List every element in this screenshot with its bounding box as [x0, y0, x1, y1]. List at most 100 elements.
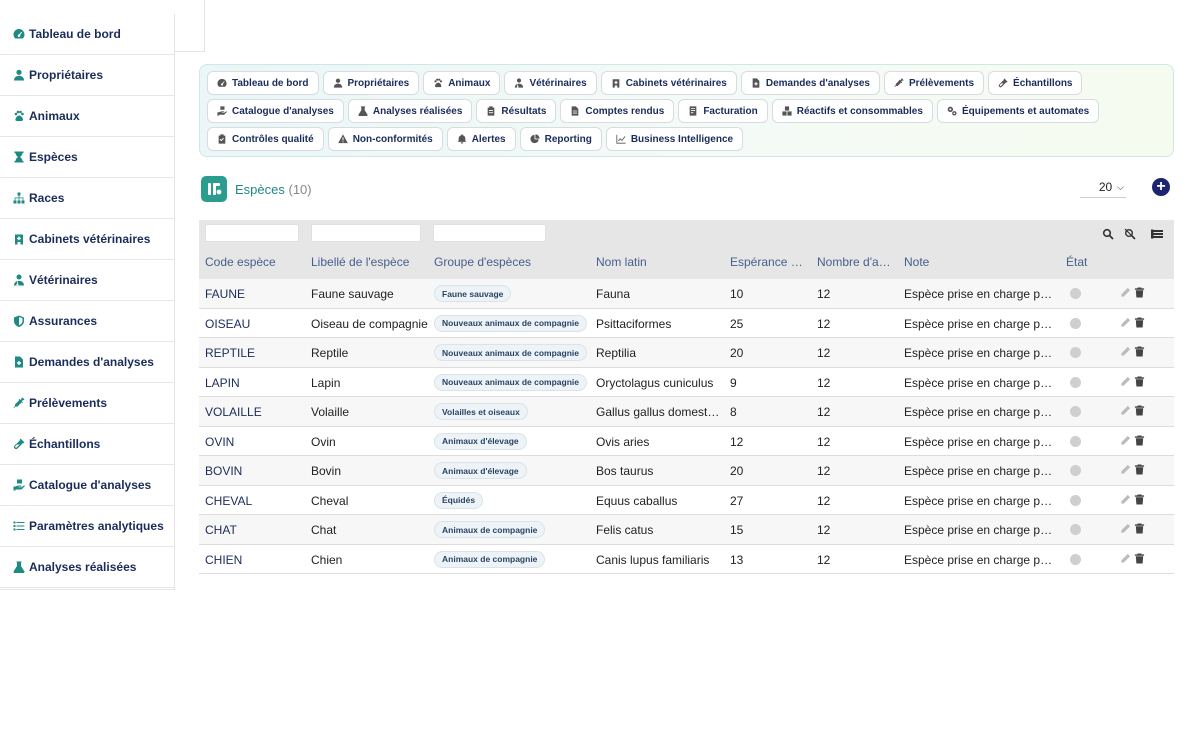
species-code-link[interactable]: BOVIN: [205, 464, 305, 478]
column-header-analyses-count[interactable]: Nombre d'analyses: [817, 255, 892, 269]
nav-chip-echantillons[interactable]: Échantillons: [988, 71, 1083, 95]
trash-icon[interactable]: [1134, 405, 1145, 416]
edit-icon[interactable]: [1120, 435, 1131, 446]
edit-icon[interactable]: [1120, 287, 1131, 298]
nav-chip-comptes-rendus[interactable]: Comptes rendus: [560, 99, 675, 123]
filter-label-input[interactable]: [311, 224, 421, 242]
nav-chip-animaux[interactable]: Animaux: [423, 71, 501, 95]
trash-icon[interactable]: [1134, 523, 1145, 534]
sidebar-item-catalogue-d-analyses[interactable]: Catalogue d'analyses: [0, 465, 174, 506]
table-row[interactable]: REPTILE Reptile Reptilia 20 12 Espèce prise e…: [199, 338, 1174, 368]
clear-search-icon[interactable]: [1124, 227, 1136, 240]
sitemap-icon: [13, 192, 25, 204]
edit-icon[interactable]: [1120, 317, 1131, 328]
edit-icon[interactable]: [1120, 523, 1131, 534]
analyses-count: 12: [817, 375, 831, 390]
filter-group-input[interactable]: [433, 224, 546, 242]
species-code-link[interactable]: OISEAU: [205, 317, 305, 331]
sidebar-item-parametres-analytiques[interactable]: Paramètres analytiques: [0, 506, 174, 547]
trash-icon[interactable]: [1134, 346, 1145, 357]
life-expectancy: 8: [730, 405, 737, 419]
nav-chip-label: Animaux: [448, 77, 491, 89]
edit-icon[interactable]: [1120, 553, 1131, 564]
edit-icon[interactable]: [1120, 494, 1131, 505]
table-row[interactable]: CHAT Chat Felis catus 15 12 Espèce prise en c…: [199, 515, 1174, 545]
nav-chip-business-intelligence[interactable]: Business Intelligence: [605, 127, 744, 151]
species-code-link[interactable]: OVIN: [205, 435, 305, 449]
table-row[interactable]: LAPIN Lapin Oryctolagus cuniculus 9 12 Espèce…: [199, 368, 1174, 397]
sidebar-item-especes[interactable]: Espèces: [0, 137, 174, 178]
nav-chip-demandes-d-analyses[interactable]: Demandes d'analyses: [740, 71, 880, 95]
nav-chip-label: Non-conformités: [352, 133, 433, 145]
sidebar-item-veterinaires[interactable]: Vétérinaires: [0, 260, 174, 301]
table-row[interactable]: OVIN Ovin Ovis aries 12 12 Espèce prise en ch…: [199, 427, 1174, 456]
trash-icon[interactable]: [1134, 552, 1145, 564]
nav-chip-equipements-et-automates[interactable]: Équipements et automates: [936, 99, 1100, 123]
nav-chip-prelevements[interactable]: Prélèvements: [883, 71, 985, 95]
column-list-icon[interactable]: [1150, 227, 1164, 239]
table-row[interactable]: OISEAU Oiseau de compagnie Psittaciformes 2…: [199, 309, 1174, 338]
sidebar-item-animaux[interactable]: Animaux: [0, 96, 174, 137]
sidebar-item-demandes-d-analyses[interactable]: Demandes d'analyses: [0, 342, 174, 383]
per-page-select[interactable]: 20 ⌵: [1080, 177, 1126, 198]
table-row[interactable]: BOVIN Bovin Bos taurus 20 12 Espèce prise en …: [199, 456, 1174, 486]
nav-chip-cabinets-veterinaires[interactable]: Cabinets vétérinaires: [600, 71, 737, 95]
sidebar-item-assurances[interactable]: Assurances: [0, 301, 174, 342]
trash-icon[interactable]: [1134, 493, 1145, 505]
nav-chip-non-conformites[interactable]: Non-conformités: [327, 127, 443, 151]
species-code-link[interactable]: CHAT: [205, 523, 305, 537]
nav-chip-facturation[interactable]: Facturation: [678, 99, 768, 123]
nav-chip-veterinaires[interactable]: Vétérinaires: [504, 71, 597, 95]
table-row[interactable]: FAUNE Faune sauvage Fauna 10 12 Espèce prise …: [199, 279, 1174, 309]
quick-nav-panel: Tableau de bord Propriétaires Animaux Vétér…: [199, 64, 1174, 157]
table-row[interactable]: CHEVAL Cheval Equus caballus 27 12 Espèce pri…: [199, 486, 1174, 515]
life-expectancy: 9: [730, 375, 737, 390]
sidebar-item-proprietaires[interactable]: Propriétaires: [0, 55, 174, 96]
flask-icon: [13, 561, 25, 573]
species-code-link[interactable]: LAPIN: [205, 376, 305, 390]
species-code-link[interactable]: CHEVAL: [205, 494, 305, 508]
nav-chip-controles-qualite[interactable]: Contrôles qualité: [207, 127, 324, 151]
nav-chip-analyses-realisees[interactable]: Analyses réalisées: [347, 99, 473, 123]
state-indicator: [1070, 347, 1081, 358]
trash-icon[interactable]: [1134, 316, 1145, 328]
species-code-link[interactable]: FAUNE: [205, 287, 305, 301]
column-header-group[interactable]: Groupe d'espèces: [434, 255, 584, 269]
trash-icon[interactable]: [1134, 375, 1145, 387]
edit-icon[interactable]: [1120, 464, 1131, 475]
column-header-code[interactable]: Code espèce: [205, 255, 305, 269]
column-header-note[interactable]: Note: [904, 255, 1004, 269]
sidebar-item-analyses-realisees[interactable]: Analyses réalisées: [0, 547, 174, 588]
nav-chip-catalogue-d-analyses[interactable]: Catalogue d'analyses: [207, 99, 344, 123]
sidebar-item-prelevements[interactable]: Prélèvements: [0, 383, 174, 424]
sidebar-item-label: Assurances: [29, 314, 98, 328]
trash-icon[interactable]: [1134, 287, 1145, 298]
nav-chip-reporting[interactable]: Reporting: [519, 127, 602, 151]
sidebar-item-cabinets-veterinaires[interactable]: Cabinets vétérinaires: [0, 219, 174, 260]
column-header-state[interactable]: État: [1066, 255, 1106, 269]
nav-chip-reactifs-et-consommables[interactable]: Réactifs et consommables: [771, 99, 933, 123]
table-row[interactable]: CHIEN Chien Canis lupus familiaris 13 12 Espè…: [199, 545, 1174, 574]
species-code-link[interactable]: CHIEN: [205, 553, 305, 567]
sidebar-item-echantillons[interactable]: Échantillons: [0, 424, 174, 465]
add-button[interactable]: +: [1152, 178, 1170, 196]
table-row[interactable]: VOLAILLE Volaille Gallus gallus domesticus…: [199, 397, 1174, 427]
search-icon[interactable]: [1102, 227, 1114, 240]
sidebar-item-tableau-de-bord[interactable]: Tableau de bord: [0, 14, 174, 55]
edit-icon[interactable]: [1120, 376, 1131, 387]
nav-chip-alertes[interactable]: Alertes: [446, 127, 516, 151]
nav-chip-tableau-de-bord[interactable]: Tableau de bord: [207, 71, 319, 95]
trash-icon[interactable]: [1134, 434, 1145, 446]
species-code-link[interactable]: REPTILE: [205, 346, 305, 360]
nav-chip-resultats[interactable]: Résultats: [476, 99, 557, 123]
column-header-latin[interactable]: Nom latin: [596, 255, 716, 269]
edit-icon[interactable]: [1120, 346, 1131, 357]
filter-code-input[interactable]: [205, 224, 299, 242]
trash-icon[interactable]: [1134, 464, 1145, 475]
nav-chip-proprietaires[interactable]: Propriétaires: [322, 71, 420, 95]
species-code-link[interactable]: VOLAILLE: [205, 405, 305, 419]
edit-icon[interactable]: [1120, 405, 1131, 416]
column-header-life-expectancy[interactable]: Espérance de vie: [730, 255, 805, 269]
sidebar-item-races[interactable]: Races: [0, 178, 174, 219]
column-header-label[interactable]: Libellé de l'espèce: [311, 255, 429, 269]
